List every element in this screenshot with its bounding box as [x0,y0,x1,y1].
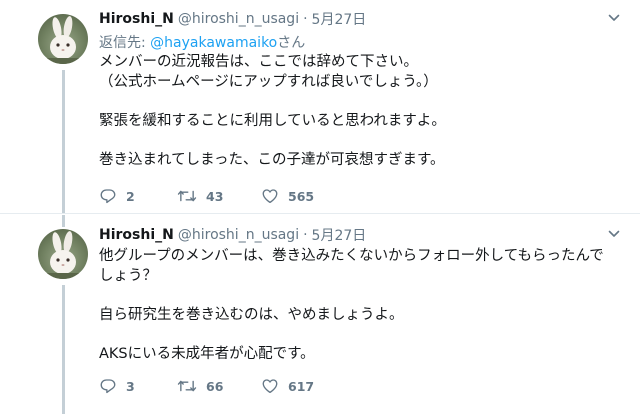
rabbit-avatar-icon [38,231,88,279]
tweet-text: 他グループのメンバーは、巻き込みたくないからフォロー外してもらったんで しょう？… [99,247,620,364]
reply-count: 3 [126,378,135,394]
like-count: 565 [288,188,315,204]
reply-icon [100,379,116,394]
tweet[interactable]: Hiroshi_N @hiroshi_n_usagi · 5月27日 返信先: … [0,0,640,214]
reply-context: 返信先: @hayakawamaikoさん [99,32,620,51]
retweet-icon [177,380,197,392]
display-name[interactable]: Hiroshi_N [99,11,174,27]
display-name[interactable]: Hiroshi_N [99,227,174,243]
reply-count: 2 [126,188,135,204]
like-count: 617 [288,378,315,394]
thread-line [62,215,65,227]
tweet-date[interactable]: 5月27日 [312,9,367,29]
chevron-down-icon[interactable] [608,228,620,240]
tweet-content: Hiroshi_N @hiroshi_n_usagi · 5月27日 他グループ… [99,225,620,364]
tweet-text-line: しょう？ [99,267,157,284]
user-handle[interactable]: @hiroshi_n_usagi [178,11,299,27]
reply-suffix: さん [277,35,306,51]
chevron-down-icon[interactable] [608,12,620,24]
like-button[interactable]: 617 [261,377,314,395]
retweet-count: 43 [206,188,224,204]
tweet-text-line: 緊張を緩和することに利用していると思われますよ。 [99,112,446,129]
avatar[interactable] [38,229,88,279]
tweet-date[interactable]: 5月27日 [312,225,367,245]
like-button[interactable]: 565 [261,187,314,205]
retweet-count: 66 [206,378,224,394]
tweet-actions: 2 43 565 [99,186,314,206]
tweet[interactable]: Hiroshi_N @hiroshi_n_usagi · 5月27日 他グループ… [0,215,640,414]
avatar[interactable] [38,14,88,64]
separator-dot: · [303,227,308,243]
reply-mention-link[interactable]: @hayakawamaiko [150,35,277,51]
tweet-text-line: 自ら研究生を巻き込むのは、やめましょうよ。 [99,306,404,323]
tweet-text-line: （公式ホームページにアップすれば良いでしょう。） [99,73,438,90]
tweet-text-line: 他グループのメンバーは、巻き込みたくないからフォロー外してもらったんで [99,248,604,264]
thread-line [62,285,65,414]
tweet-text-line: 巻き込まれてしまった、この子達が可哀想すぎます。 [99,151,445,168]
reply-button[interactable]: 3 [99,377,177,395]
tweet-text-line: メンバーの近況報告は、ここでは辞めて下さい。 [99,54,418,70]
thread-line [62,70,65,213]
reply-button[interactable]: 2 [99,187,177,205]
retweet-button[interactable]: 43 [177,187,261,205]
tweet-text: メンバーの近況報告は、ここでは辞めて下さい。 （公式ホームページにアップすれば良… [99,53,620,170]
rabbit-avatar-icon [38,16,88,64]
separator-dot: · [303,11,308,27]
reply-icon [100,189,116,204]
tweet-header: Hiroshi_N @hiroshi_n_usagi · 5月27日 [99,225,620,245]
retweet-button[interactable]: 66 [177,377,261,395]
like-icon [262,189,278,204]
tweet-header: Hiroshi_N @hiroshi_n_usagi · 5月27日 [99,9,620,29]
tweet-actions: 3 66 617 [99,376,314,396]
tweet-content: Hiroshi_N @hiroshi_n_usagi · 5月27日 返信先: … [99,9,620,170]
user-handle[interactable]: @hiroshi_n_usagi [178,227,299,243]
retweet-icon [177,190,197,202]
tweet-text-line: AKSにいる未成年者が心配です。 [99,345,315,362]
reply-prefix: 返信先: [99,35,151,51]
like-icon [262,379,278,394]
